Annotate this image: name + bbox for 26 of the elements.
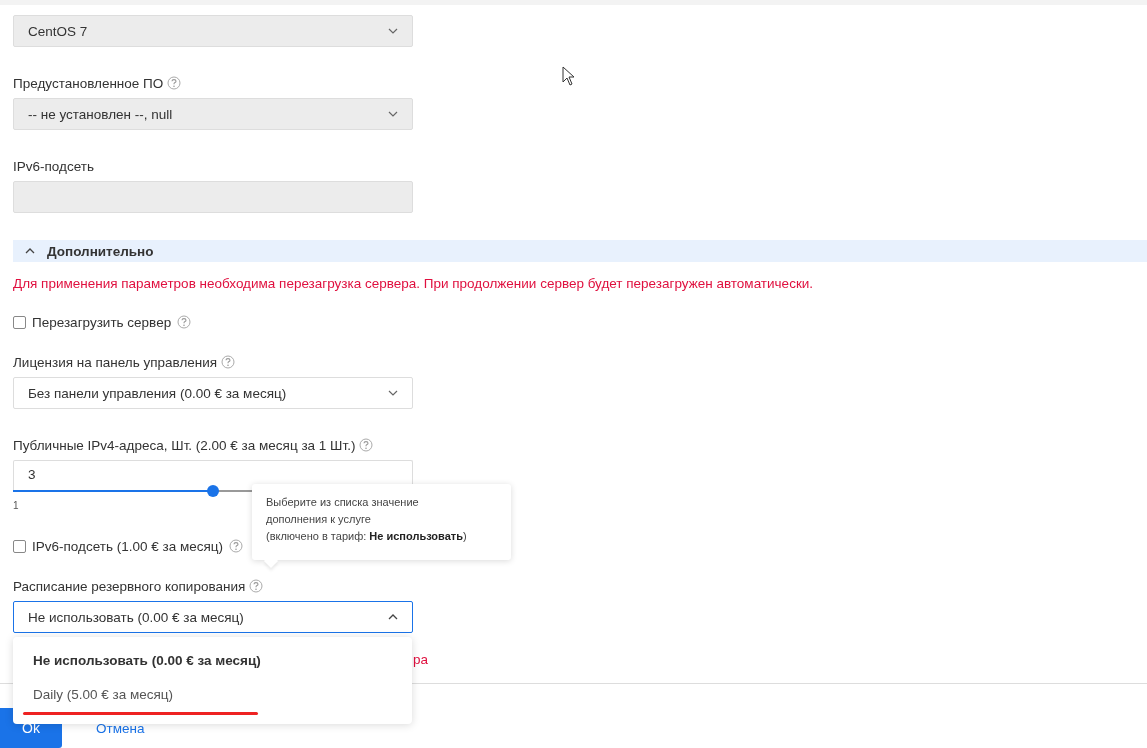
- field-label: IPv6-подсеть: [13, 158, 94, 174]
- field-label: Публичные IPv4-адреса, Шт. (2.00 € за месяц за 1 Шт.): [13, 437, 356, 453]
- cancel-link[interactable]: Отмена: [96, 721, 145, 736]
- dropdown-option[interactable]: Daily (5.00 € за месяц): [33, 687, 174, 705]
- caret-up-icon: [25, 248, 35, 254]
- cursor-icon: [562, 66, 576, 86]
- caret-down-icon: [388, 111, 398, 117]
- select-field[interactable]: Без панели управления (0.00 € за месяц): [13, 377, 413, 409]
- caret-down-icon: [388, 390, 398, 396]
- slider-min-label: 1: [13, 500, 19, 511]
- caret-up-icon: [388, 614, 398, 620]
- section-header[interactable]: Дополнительно: [13, 240, 1147, 262]
- warning-text: Для применения параметров необходима перезагрузка сервера. При продолжении сервер будет перезагружен автоматически.: [13, 276, 815, 291]
- dropdown-option[interactable]: Не использовать (0.00 € за месяц): [33, 653, 261, 671]
- select-field[interactable]: Не использовать (0.00 € за месяц): [13, 601, 413, 633]
- field-label: Лицензия на панель управления: [13, 354, 218, 370]
- checkbox[interactable]: [13, 539, 26, 553]
- caret-down-icon: [388, 28, 398, 34]
- warning-text: ра: [413, 652, 429, 667]
- tooltip-text: Выберите из списка значение дополнения к услуге (включено в тариф: Не использовать): [266, 496, 467, 542]
- checkbox[interactable]: [13, 315, 26, 329]
- checkbox-label: IPv6-подсеть (1.00 € за месяц): [32, 538, 223, 554]
- field-label: Предустановленное ПО: [13, 75, 164, 91]
- checkbox-label: Перезагрузить сервер: [32, 314, 172, 330]
- slider-thumb[interactable]: [207, 485, 219, 497]
- field-label: Расписание резервного копирования: [13, 578, 246, 594]
